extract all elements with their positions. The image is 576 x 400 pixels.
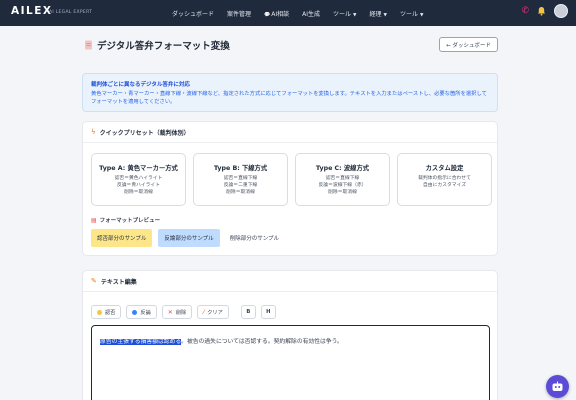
nav-item-ai-generate[interactable]: AI生成 (302, 9, 320, 18)
text-edit-header: ✎ テキスト編集 (83, 271, 497, 292)
nav-item-ai-consult[interactable]: 💬AI相談 (264, 9, 289, 18)
bold-button[interactable]: B (240, 305, 256, 319)
rebut-button[interactable]: 反論 (126, 305, 157, 319)
back-to-dashboard-button[interactable]: ← ダッシュボード (439, 37, 498, 52)
preset-title: Type C: 波線方式 (315, 165, 370, 172)
nav-item-label: AI生成 (302, 10, 321, 18)
text-edit-card: ✎ テキスト編集 認否 反論 ✕ 削除 ⁄ クリア B H 原告の主張する損害額は認… (82, 270, 498, 400)
chat-assistant-button[interactable] (546, 375, 569, 398)
page-header: デジタル答弁フォーマット変換 (84, 38, 230, 52)
preset-line: 認否＝直線下線 (223, 176, 258, 181)
text-editor[interactable]: 原告の主張する損害額は認める。被告の過失については否認する。契約解除の有効性は争… (91, 325, 490, 400)
avatar[interactable] (554, 4, 568, 18)
app-frame: AILEX AI LEGAL EXPERT ダッシュボード 案件管理 💬AI相談… (0, 0, 576, 400)
info-box: 裁判体ごとに異なるデジタル答弁に対応 黄色マーカー・青マーカー・直線下線・波線下… (82, 73, 498, 112)
bell-icon[interactable] (537, 6, 546, 16)
nav-item-label: ツール (399, 10, 418, 18)
clear-label: クリア (207, 309, 223, 316)
preset-type-a[interactable]: Type A: 黄色マーカー方式 認否＝黄色ハイライト 反論＝青ハイライト 削除… (91, 153, 186, 206)
logo[interactable]: AILEX (11, 5, 53, 17)
preset-line: 反論＝青ハイライト (116, 183, 161, 189)
sample-admit: 認否部分のサンプル (91, 229, 153, 247)
page-title: デジタル答弁フォーマット変換 (97, 41, 230, 52)
sample-delete: 削除部分のサンプル (229, 236, 280, 242)
selected-text: 原告の主張する損害額は認める (100, 339, 182, 345)
editor-text: 。被告の過失については否認する。契約解除の有効性は争う。 (181, 339, 343, 345)
sample-rebut: 反論部分のサンプル (158, 229, 220, 247)
format-preview-label: ▤ フォーマットプレビュー (91, 216, 161, 225)
nav-item-tools-1[interactable]: ツール ▼ (333, 9, 356, 18)
admit-label: 認否 (105, 309, 116, 316)
close-icon: ✕ (167, 308, 173, 316)
chevron-down-icon: ▼ (353, 12, 357, 18)
chat-icon: 💬 (264, 11, 271, 18)
delete-button[interactable]: ✕ 削除 (161, 305, 193, 319)
nav-item-label: 経理 (369, 10, 382, 18)
nav-item-label: ダッシュボード (172, 10, 215, 18)
preset-custom[interactable]: カスタム設定 裁判体の指示に合わせて 自由にカスタマイズ (397, 153, 492, 206)
info-title: 裁判体ごとに異なるデジタル答弁に対応 (91, 82, 190, 88)
preset-title: Type B: 下線方式 (213, 165, 268, 172)
heading-button[interactable]: H (260, 305, 276, 319)
pencil-icon: ✎ (91, 277, 97, 285)
chevron-down-icon: ▼ (383, 12, 387, 18)
top-nav: AILEX AI LEGAL EXPERT ダッシュボード 案件管理 💬AI相談… (0, 0, 576, 26)
preset-title: Type A: 黄色マーカー方式 (99, 165, 178, 172)
yellow-dot-icon (97, 309, 102, 315)
preset-line: 削除＝取消線 (328, 190, 357, 196)
preset-type-c[interactable]: Type C: 波線方式 認否＝直線下線 反論＝波線下線（赤） 削除＝取消線 (295, 153, 390, 206)
info-text: 黄色マーカー・青マーカー・直線下線・波線下線など、指定された方式に応じてフォーマ… (91, 91, 487, 106)
format-toolbar: 認否 反論 ✕ 削除 ⁄ クリア B H (91, 305, 276, 319)
nav-item-cases[interactable]: 案件管理 (227, 9, 251, 18)
preset-line: 反論＝波線下線（赤） (318, 183, 367, 189)
nav-item-label: ツール (333, 10, 352, 18)
format-preview-samples: 認否部分のサンプル 反論部分のサンプル 削除部分のサンプル (91, 229, 283, 247)
rebut-label: 反論 (140, 309, 151, 316)
logo-subtitle: AI LEGAL EXPERT (49, 10, 93, 15)
phone-icon[interactable]: ✆ (521, 6, 529, 16)
preset-card-header: ϟ クイックプリセット（裁判体別） (83, 122, 497, 143)
text-edit-heading: テキスト編集 (100, 278, 137, 286)
robot-icon (552, 381, 563, 391)
admit-button[interactable]: 認否 (91, 305, 122, 319)
preset-line: 反論＝二重下線 (223, 183, 258, 189)
chevron-down-icon: ▼ (420, 12, 424, 18)
preset-title: カスタム設定 (425, 165, 464, 172)
preset-heading: クイックプリセット（裁判体別） (99, 129, 190, 137)
preset-list: Type A: 黄色マーカー方式 認否＝黄色ハイライト 反論＝青ハイライト 削除… (91, 153, 492, 206)
toolbar-spacer (234, 305, 236, 319)
eraser-icon: ⁄ (203, 308, 205, 316)
preset-line: 裁判体の指示に合わせて (418, 176, 471, 181)
nav-item-label: 案件管理 (227, 10, 252, 18)
preset-type-b[interactable]: Type B: 下線方式 認否＝直線下線 反論＝二重下線 削除＝取消線 (193, 153, 288, 206)
nav-icons: ✆ (521, 4, 568, 18)
nav-item-tools-2[interactable]: ツール ▼ (400, 9, 423, 18)
preset-line: 自由にカスタマイズ (422, 183, 467, 189)
nav-item-label: AI相談 (271, 10, 290, 18)
clear-button[interactable]: ⁄ クリア (197, 305, 229, 319)
delete-label: 削除 (175, 309, 187, 316)
blue-dot-icon (132, 309, 138, 315)
lightning-icon: ϟ (91, 128, 96, 136)
nav-menu: ダッシュボード 案件管理 💬AI相談 AI生成 ツール ▼ 経理 ▼ ツール ▼ (172, 0, 436, 26)
nav-item-dashboard[interactable]: ダッシュボード (172, 9, 214, 18)
preview-icon: ▤ (91, 216, 97, 224)
preset-line: 認否＝直線下線 (325, 176, 360, 181)
format-preview-text: フォーマットプレビュー (99, 218, 161, 224)
preset-card: ϟ クイックプリセット（裁判体別） Type A: 黄色マーカー方式 認否＝黄色… (82, 121, 498, 256)
document-icon (85, 40, 92, 50)
preset-line: 削除＝取消線 (226, 190, 255, 196)
preset-line: 認否＝黄色ハイライト (114, 176, 163, 181)
preset-line: 削除＝取消線 (124, 190, 153, 196)
nav-item-accounting[interactable]: 経理 ▼ (370, 9, 387, 18)
